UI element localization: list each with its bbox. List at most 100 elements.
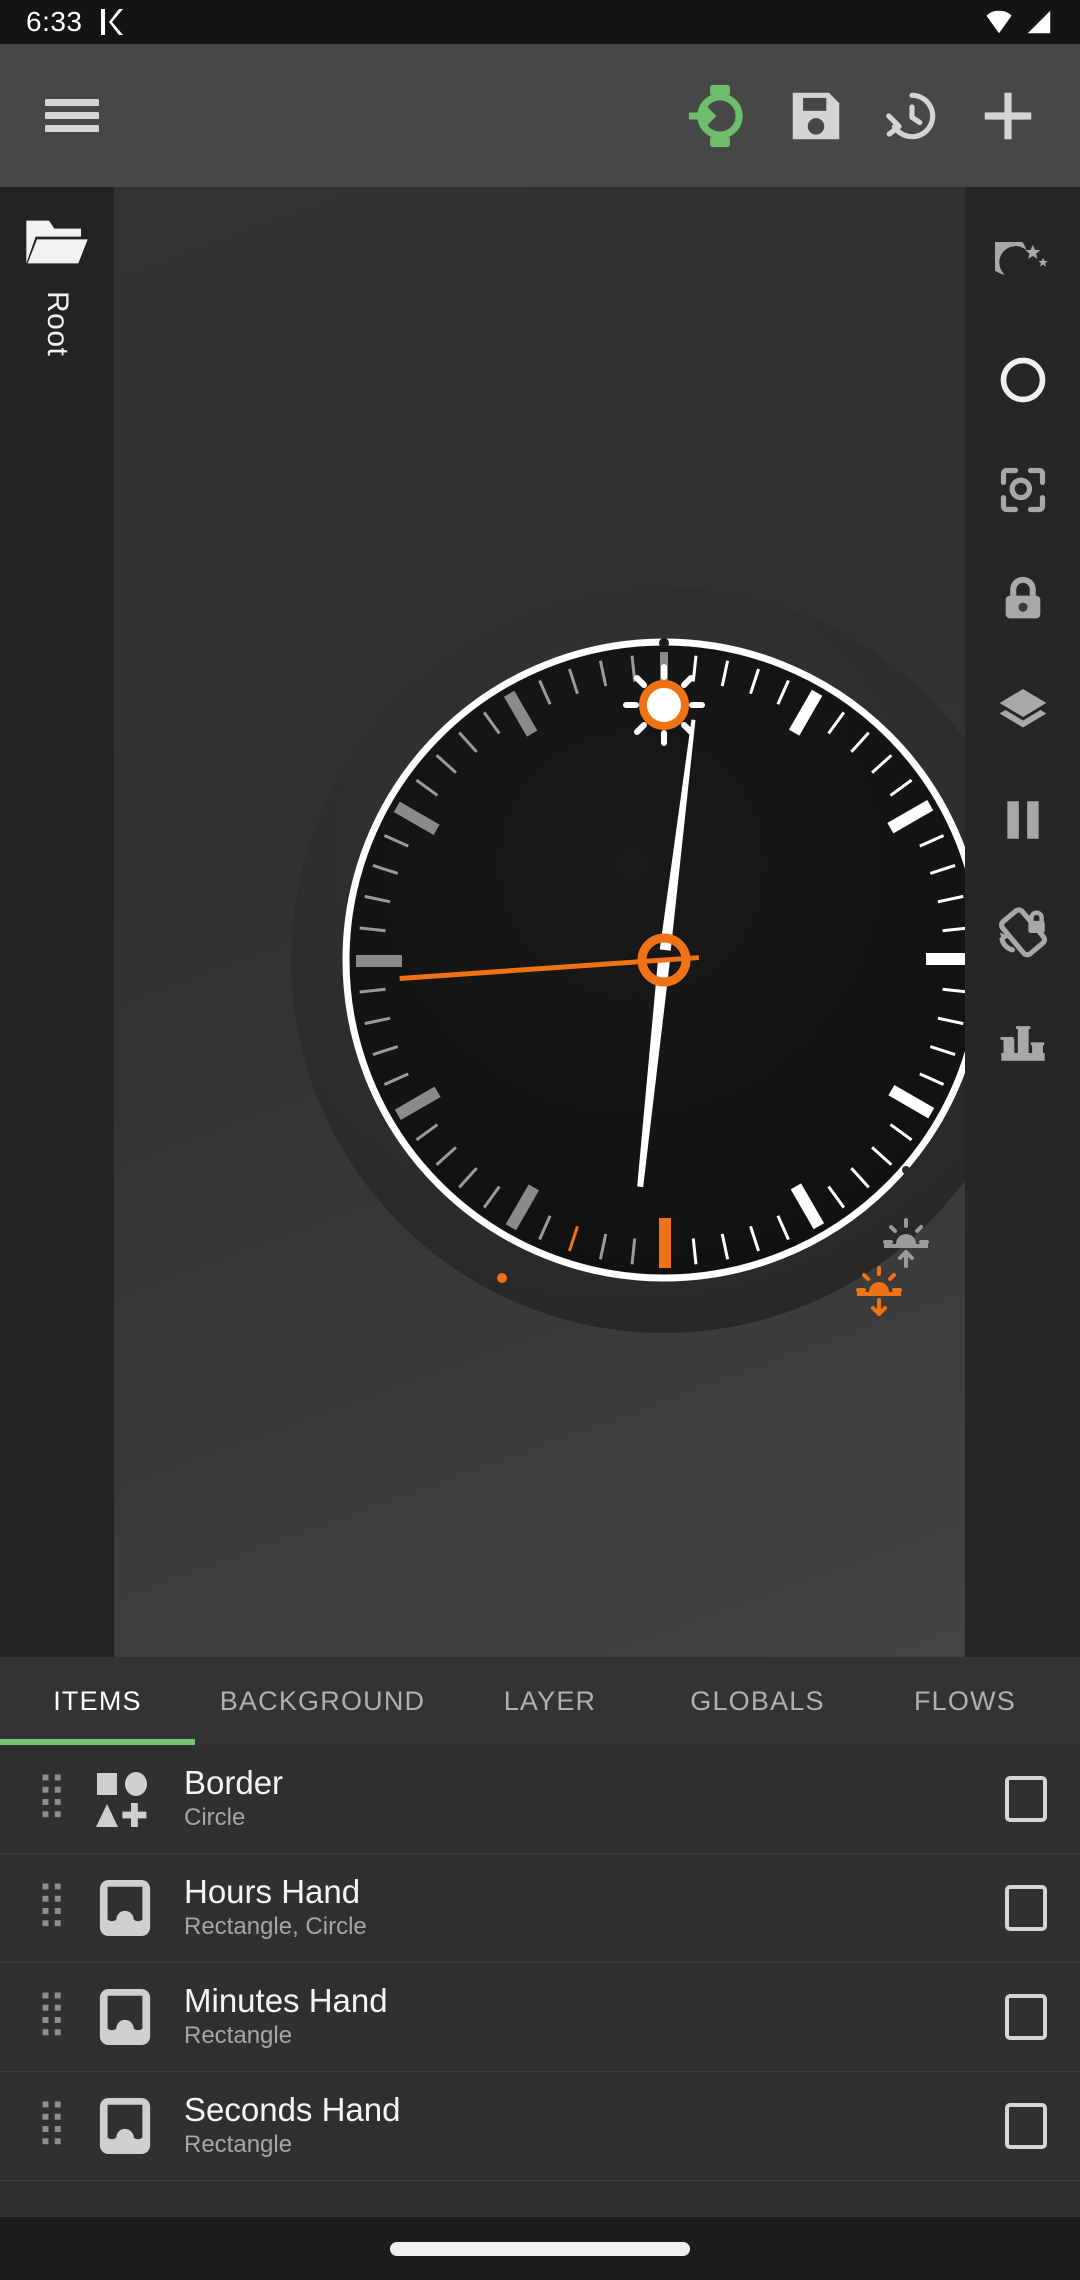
stats-tool[interactable] bbox=[965, 985, 1080, 1095]
drag-dots-icon bbox=[42, 1992, 61, 2036]
editor-area: Root bbox=[0, 187, 1080, 1657]
rounded-rect-icon bbox=[88, 1871, 162, 1945]
root-folder-button[interactable]: Root bbox=[0, 187, 114, 589]
hamburger-menu-button[interactable] bbox=[24, 68, 120, 164]
watch-face-preview[interactable] bbox=[234, 530, 1080, 1390]
ring-dot-a bbox=[902, 1166, 910, 1174]
sunset-icon bbox=[856, 1266, 902, 1316]
tab-background-label: BACKGROUND bbox=[219, 1685, 426, 1716]
ring-dot-top bbox=[659, 638, 669, 648]
item-checkbox[interactable] bbox=[994, 2094, 1058, 2158]
rounded-rect-glyph bbox=[99, 2097, 151, 2155]
item-subtitle: Rectangle bbox=[184, 2022, 293, 2050]
tab-background[interactable]: BACKGROUND bbox=[195, 1657, 450, 1745]
rounded-rect-icon bbox=[88, 2089, 162, 2163]
layers-tool[interactable] bbox=[965, 655, 1080, 765]
item-title: Hours Hand bbox=[184, 1872, 361, 1910]
tab-flows-label: FLOWS bbox=[913, 1685, 1016, 1716]
status-left-icons bbox=[99, 7, 125, 37]
root-rail: Root bbox=[0, 187, 114, 1657]
design-canvas[interactable] bbox=[114, 187, 1037, 1657]
item-subtitle: Circle bbox=[184, 1804, 246, 1832]
tab-bar: ITEMS BACKGROUND LAYER GLOBALS FLOWS bbox=[0, 1657, 1080, 1745]
table-row[interactable]: Minutes Hand Rectangle bbox=[0, 1963, 1080, 2072]
bar-chart-icon bbox=[999, 1026, 1045, 1061]
android-nav-bar bbox=[0, 2217, 1080, 2280]
table-row[interactable]: Seconds Hand Rectangle bbox=[0, 2072, 1080, 2181]
status-right-icons bbox=[984, 7, 1054, 37]
item-subtitle: Rectangle bbox=[184, 2131, 293, 2159]
layers-icon bbox=[999, 689, 1046, 728]
drag-dots-icon bbox=[42, 1774, 61, 1818]
item-checkbox[interactable] bbox=[994, 1985, 1058, 2049]
history-clock-icon bbox=[886, 92, 936, 139]
table-row[interactable]: Hours Hand Rectangle, Circle bbox=[0, 1854, 1080, 1963]
tab-items[interactable]: ITEMS bbox=[0, 1657, 195, 1745]
item-checkbox[interactable] bbox=[994, 1876, 1058, 1940]
tab-flows[interactable]: FLOWS bbox=[865, 1657, 1065, 1745]
lock-tool[interactable] bbox=[965, 545, 1080, 655]
circle-outline-icon bbox=[1000, 357, 1045, 403]
row-text-block: Minutes Hand Rectangle bbox=[184, 1981, 994, 2052]
status-bar: 6:33 bbox=[0, 0, 1080, 44]
floppy-save-icon bbox=[792, 92, 840, 139]
item-subtitle: Rectangle, Circle bbox=[184, 1913, 367, 1941]
ring-dot-b bbox=[875, 1211, 883, 1219]
item-title: Seconds Hand bbox=[184, 2090, 401, 2128]
app-toolbar bbox=[0, 44, 1080, 187]
rotation-lock-icon bbox=[998, 907, 1047, 958]
drag-dots-icon bbox=[42, 1883, 61, 1927]
shape-circle-tool[interactable] bbox=[965, 325, 1080, 435]
focus-tool[interactable] bbox=[965, 435, 1080, 545]
row-text-block: Seconds Hand Rectangle bbox=[184, 2090, 994, 2161]
lock-icon bbox=[1005, 576, 1040, 619]
drag-handle-icon[interactable] bbox=[30, 2091, 76, 2161]
drag-handle-icon[interactable] bbox=[30, 1873, 76, 1943]
sunrise-icon bbox=[883, 1218, 929, 1268]
item-title: Minutes Hand bbox=[184, 1981, 388, 2019]
rounded-rect-glyph bbox=[99, 1988, 151, 2046]
history-button[interactable] bbox=[864, 68, 960, 164]
drag-handle-icon[interactable] bbox=[30, 1764, 76, 1834]
items-list: Border Circle Hours Hand Rectangle, Circ… bbox=[0, 1745, 1080, 2217]
ring-dot-orange bbox=[497, 1273, 507, 1283]
k-app-icon bbox=[100, 9, 123, 35]
checkbox-box bbox=[1005, 1776, 1047, 1822]
save-button[interactable] bbox=[768, 68, 864, 164]
item-checkbox[interactable] bbox=[994, 1767, 1058, 1831]
shapes-group-glyph bbox=[96, 1772, 147, 1827]
item-title: Border bbox=[184, 1763, 284, 1801]
pause-tool[interactable] bbox=[965, 765, 1080, 875]
moon-stars-icon bbox=[994, 242, 1048, 275]
table-row[interactable]: Border Circle bbox=[0, 1745, 1080, 1854]
app-root: 6:33 Root ITEMS BACKGROUND LAYER GLOBALS… bbox=[0, 0, 1080, 2280]
tab-globals[interactable]: GLOBALS bbox=[650, 1657, 865, 1745]
rotation-lock-tool[interactable] bbox=[965, 875, 1080, 985]
root-label: Root bbox=[41, 291, 74, 357]
rounded-rect-glyph bbox=[99, 1879, 151, 1937]
watch-send-icon bbox=[688, 84, 743, 147]
rounded-rect-icon bbox=[88, 1980, 162, 2054]
ambient-mode-tool[interactable] bbox=[965, 215, 1080, 325]
gesture-nav-pill[interactable] bbox=[390, 2241, 690, 2256]
checkbox-box bbox=[1005, 2103, 1047, 2149]
tab-layer[interactable]: LAYER bbox=[450, 1657, 650, 1745]
row-text-block: Hours Hand Rectangle, Circle bbox=[184, 1872, 994, 1943]
drag-handle-icon[interactable] bbox=[30, 1982, 76, 2052]
shapes-group-icon bbox=[88, 1762, 162, 1836]
wifi-icon bbox=[986, 10, 1012, 34]
status-time: 6:33 bbox=[26, 6, 83, 37]
watch-face-svg bbox=[291, 587, 1037, 1333]
drag-dots-icon bbox=[42, 2101, 61, 2145]
hamburger-menu-icon bbox=[45, 98, 99, 132]
tool-rail bbox=[965, 187, 1080, 1657]
add-button[interactable] bbox=[960, 68, 1056, 164]
send-to-watch-button[interactable] bbox=[672, 68, 768, 164]
tab-items-label: ITEMS bbox=[53, 1685, 142, 1716]
open-folder-icon bbox=[26, 220, 88, 264]
checkbox-box bbox=[1005, 1994, 1047, 2040]
cell-signal-icon bbox=[1027, 10, 1051, 34]
pause-icon bbox=[1006, 801, 1039, 839]
plus-icon bbox=[984, 92, 1032, 139]
tab-layer-label: LAYER bbox=[503, 1685, 597, 1716]
